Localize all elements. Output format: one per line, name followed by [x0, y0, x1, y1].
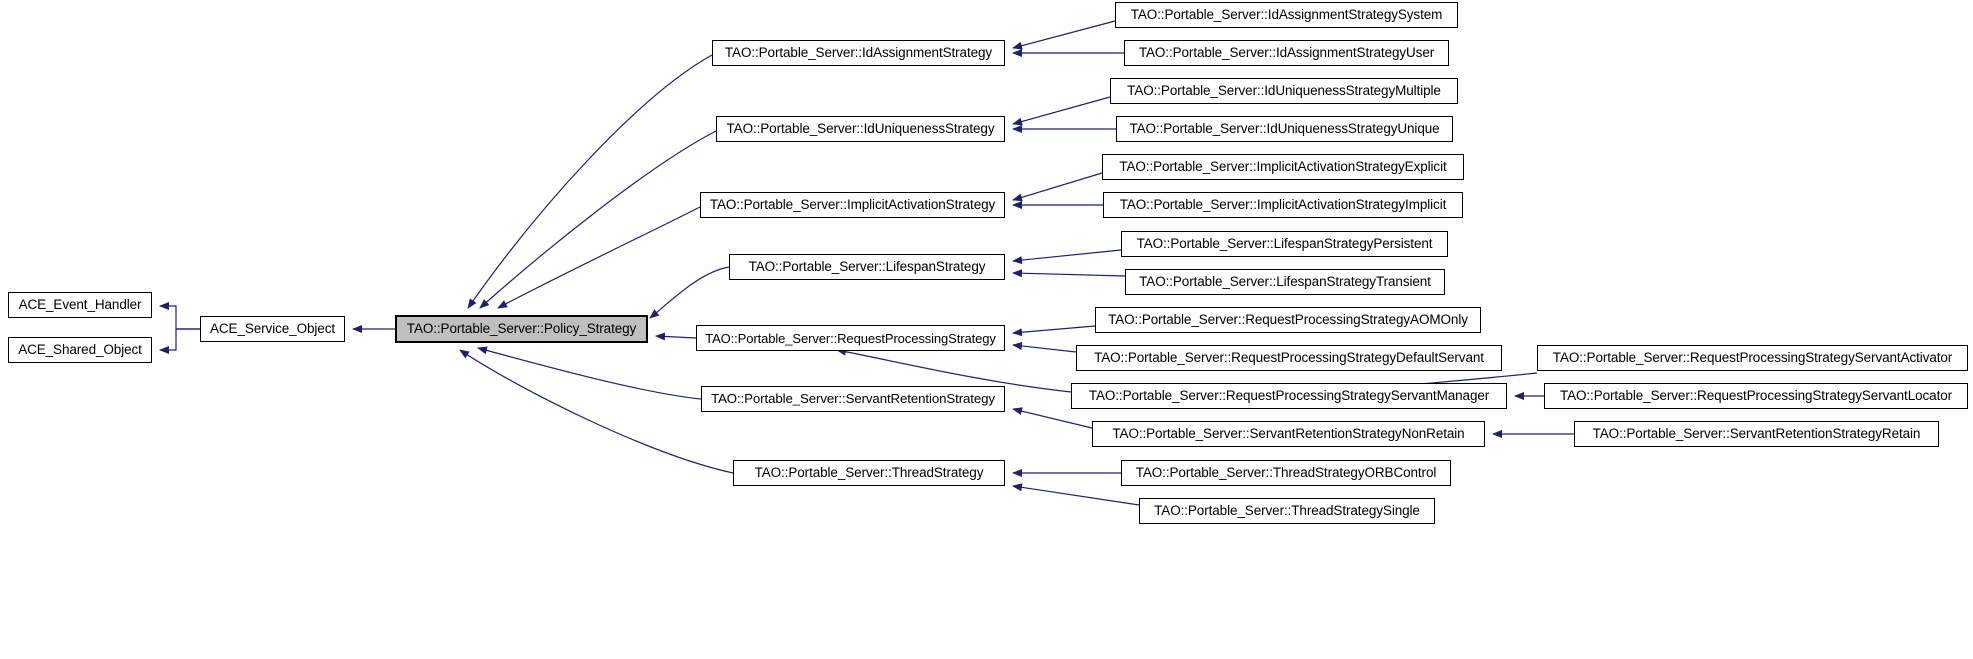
- edge-lifespan-to-policy: [649, 266, 730, 319]
- class-node-label: ACE_Event_Handler: [18, 297, 142, 313]
- class-node-label: ACE_Service_Object: [209, 321, 335, 337]
- edge-implicitactivation-to-policy: [497, 206, 701, 309]
- class-node-ace_shared_object[interactable]: ACE_Shared_Object: [8, 337, 152, 363]
- edge-rpsaomonly-to-requestprocessing: [1012, 325, 1096, 337]
- class-node-label: TAO::Portable_Server::ThreadStrategySing…: [1154, 503, 1420, 519]
- class-node-label: TAO::Portable_Server::LifespanStrategyPe…: [1136, 236, 1433, 252]
- class-node-rps_servant_manager[interactable]: TAO::Portable_Server::RequestProcessingS…: [1071, 383, 1507, 409]
- class-node-label: TAO::Portable_Server::RequestProcessingS…: [1552, 350, 1953, 366]
- edge-requestprocessing-to-policy: [655, 332, 697, 341]
- edge-rpsdefaultservant-to-requestprocessing: [1012, 342, 1077, 353]
- class-node-ace_event_handler[interactable]: ACE_Event_Handler: [8, 292, 152, 318]
- edge-group-policy-children: [459, 54, 734, 474]
- edge-idassignmentsystem-to-idassignment: [1012, 20, 1116, 50]
- edge-lifespanpersistent-to-lifespan: [1012, 249, 1122, 265]
- edge-service-to-event-handler: [159, 302, 200, 330]
- edge-iduniqueness-to-policy: [479, 130, 717, 309]
- class-node-label: TAO::Portable_Server::ServantRetentionSt…: [1592, 426, 1921, 442]
- edge-srsnonretain-to-servantretention: [1012, 407, 1093, 429]
- edge-idassignment-to-policy: [467, 54, 713, 309]
- class-node-srs_non_retain[interactable]: TAO::Portable_Server::ServantRetentionSt…: [1092, 421, 1485, 447]
- class-node-ace_service_object[interactable]: ACE_Service_Object: [200, 316, 345, 342]
- class-node-label: TAO::Portable_Server::IdUniquenessStrate…: [1127, 83, 1441, 99]
- class-node-rps_servant_locator[interactable]: TAO::Portable_Server::RequestProcessingS…: [1544, 383, 1968, 409]
- class-node-label: TAO::Portable_Server::IdUniquenessStrate…: [726, 121, 995, 137]
- class-node-label: TAO::Portable_Server::IdAssignmentStrate…: [1138, 45, 1435, 61]
- edge-iduniquenessmultiple-to-iduniqueness: [1012, 96, 1111, 126]
- class-node-label: TAO::Portable_Server::Policy_Strategy: [406, 321, 637, 337]
- class-node-lifespan_persistent[interactable]: TAO::Portable_Server::LifespanStrategyPe…: [1121, 231, 1448, 257]
- class-node-label: TAO::Portable_Server::RequestProcessingS…: [1088, 388, 1490, 404]
- edge-servantretention-to-policy: [477, 346, 702, 400]
- edge-service-to-shared-object: [159, 328, 200, 354]
- class-node-id_uniqueness_unique[interactable]: TAO::Portable_Server::IdUniquenessStrate…: [1116, 116, 1453, 142]
- class-node-id_assignment_strategy[interactable]: TAO::Portable_Server::IdAssignmentStrate…: [712, 40, 1005, 66]
- class-node-label: TAO::Portable_Server::LifespanStrategy: [748, 259, 986, 275]
- class-node-label: ACE_Shared_Object: [18, 342, 142, 358]
- class-node-label: TAO::Portable_Server::ThreadStrategyORBC…: [1135, 465, 1437, 481]
- class-node-label: TAO::Portable_Server::RequestProcessingS…: [705, 330, 996, 346]
- class-node-id_assignment_system[interactable]: TAO::Portable_Server::IdAssignmentStrate…: [1115, 2, 1458, 28]
- class-node-label: TAO::Portable_Server::ServantRetentionSt…: [1112, 426, 1465, 442]
- class-node-label: TAO::Portable_Server::RequestProcessingS…: [1094, 350, 1484, 366]
- class-node-srs_retain[interactable]: TAO::Portable_Server::ServantRetentionSt…: [1574, 421, 1939, 447]
- class-node-lifespan_transient[interactable]: TAO::Portable_Server::LifespanStrategyTr…: [1125, 269, 1445, 295]
- class-node-rps_default_servant[interactable]: TAO::Portable_Server::RequestProcessingS…: [1076, 345, 1502, 371]
- class-node-implicit_implicit[interactable]: TAO::Portable_Server::ImplicitActivation…: [1103, 192, 1463, 218]
- edge-implicitexplicit-to-implicitactivation: [1012, 172, 1103, 202]
- class-node-rps_servant_activator[interactable]: TAO::Portable_Server::RequestProcessingS…: [1537, 345, 1968, 371]
- inheritance-diagram: ACE_Event_Handler ACE_Shared_Object ACE_Se…: [0, 0, 1973, 659]
- class-node-label: TAO::Portable_Server::RequestProcessingS…: [1559, 388, 1953, 404]
- edge-thread-to-policy: [459, 349, 734, 474]
- class-node-label: TAO::Portable_Server::RequestProcessingS…: [1108, 312, 1468, 328]
- class-node-policy_strategy[interactable]: TAO::Portable_Server::Policy_Strategy: [395, 315, 648, 343]
- class-node-implicit_activation_strategy[interactable]: TAO::Portable_Server::ImplicitActivation…: [700, 192, 1005, 218]
- class-node-label: TAO::Portable_Server::ImplicitActivation…: [1119, 197, 1447, 213]
- class-node-servant_retention_strategy[interactable]: TAO::Portable_Server::ServantRetentionSt…: [701, 386, 1005, 412]
- class-node-label: TAO::Portable_Server::LifespanStrategyTr…: [1139, 274, 1431, 290]
- class-node-label: TAO::Portable_Server::ThreadStrategy: [754, 465, 984, 481]
- class-node-label: TAO::Portable_Server::ImplicitActivation…: [709, 197, 996, 213]
- class-node-implicit_explicit[interactable]: TAO::Portable_Server::ImplicitActivation…: [1102, 154, 1464, 180]
- class-node-label: TAO::Portable_Server::ServantRetentionSt…: [711, 391, 995, 407]
- class-node-thread_orb_control[interactable]: TAO::Portable_Server::ThreadStrategyORBC…: [1121, 460, 1451, 486]
- class-node-label: TAO::Portable_Server::IdAssignmentStrate…: [724, 45, 993, 61]
- class-node-label: TAO::Portable_Server::IdAssignmentStrate…: [1130, 7, 1443, 23]
- class-node-thread_strategy[interactable]: TAO::Portable_Server::ThreadStrategy: [733, 460, 1005, 486]
- edge-threadsingle-to-thread: [1012, 483, 1140, 506]
- class-node-id_assignment_user[interactable]: TAO::Portable_Server::IdAssignmentStrate…: [1124, 40, 1449, 66]
- edge-lifespantransient-to-lifespan: [1012, 269, 1126, 278]
- class-node-label: TAO::Portable_Server::IdUniquenessStrate…: [1129, 121, 1440, 137]
- class-node-rps_aomonly[interactable]: TAO::Portable_Server::RequestProcessingS…: [1095, 307, 1481, 333]
- class-node-label: TAO::Portable_Server::ImplicitActivation…: [1119, 159, 1447, 175]
- class-node-id_uniqueness_strategy[interactable]: TAO::Portable_Server::IdUniquenessStrate…: [716, 116, 1005, 142]
- class-node-lifespan_strategy[interactable]: TAO::Portable_Server::LifespanStrategy: [729, 254, 1005, 280]
- class-node-id_uniqueness_multiple[interactable]: TAO::Portable_Server::IdUniquenessStrate…: [1110, 78, 1458, 104]
- class-node-thread_single[interactable]: TAO::Portable_Server::ThreadStrategySing…: [1139, 498, 1435, 524]
- class-node-request_processing_strategy[interactable]: TAO::Portable_Server::RequestProcessingS…: [696, 325, 1005, 351]
